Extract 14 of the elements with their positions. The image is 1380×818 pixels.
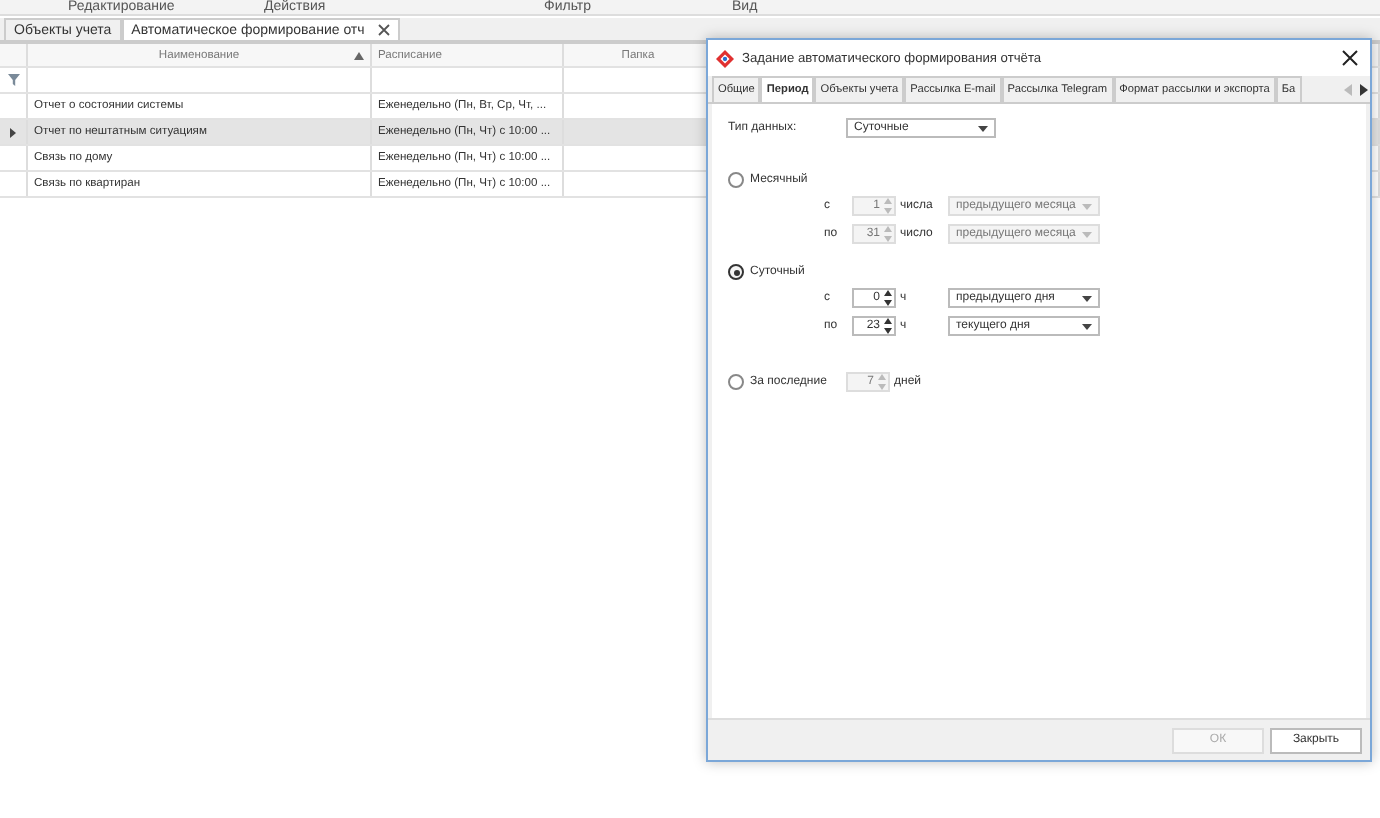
dropdown-arrow-icon xyxy=(1082,231,1092,237)
spin-arrows-icon[interactable] xyxy=(884,290,892,306)
spin-arrows-icon[interactable] xyxy=(884,318,892,334)
close-icon[interactable] xyxy=(378,24,391,36)
close-icon[interactable] xyxy=(1342,50,1358,66)
scroll-right-icon[interactable] xyxy=(1360,83,1370,95)
dropdown-arrow-icon xyxy=(1082,203,1092,209)
sort-ascending-icon xyxy=(354,51,364,59)
filter-icon[interactable] xyxy=(7,74,19,86)
dropdown-arrow-icon xyxy=(978,125,988,131)
app-logo-icon xyxy=(716,49,734,67)
current-row-icon xyxy=(10,127,16,137)
dropdown-arrow-icon xyxy=(1082,295,1092,301)
dropdown-arrow-icon xyxy=(1082,323,1092,329)
